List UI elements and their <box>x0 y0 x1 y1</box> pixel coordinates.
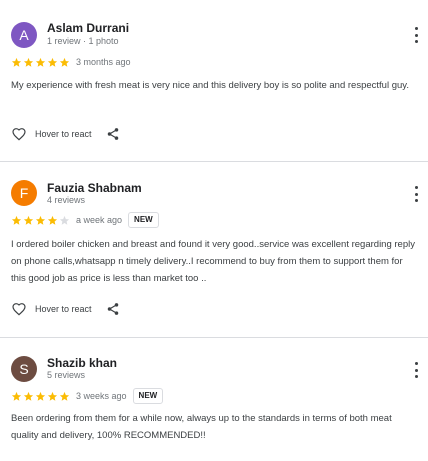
new-badge: NEW <box>128 212 159 228</box>
rating-row: a week ago NEW <box>11 212 159 228</box>
reviewer-meta[interactable]: 1 review · 1 photo <box>47 36 119 46</box>
review-actions: Hover to react <box>11 126 120 142</box>
star-rating <box>11 57 70 68</box>
star-icon <box>59 57 70 67</box>
reviewer-name[interactable]: Fauzia Shabnam <box>47 181 142 195</box>
star-icon <box>35 391 46 401</box>
heart-outline-icon <box>12 303 26 316</box>
reviewer-meta[interactable]: 5 reviews <box>47 370 85 380</box>
review-text: Been ordering from them for a while now,… <box>11 413 392 441</box>
react-label: Hover to react <box>35 129 92 139</box>
review-text: My experience with fresh meat is very ni… <box>11 80 409 91</box>
reviewer-meta[interactable]: 4 reviews <box>47 195 85 205</box>
review-date: 3 weeks ago <box>76 391 127 401</box>
star-rating <box>11 391 70 402</box>
review-card: A Aslam Durrani 1 review · 1 photo 3 mon… <box>0 0 428 160</box>
avatar-letter: F <box>19 185 29 201</box>
share-icon[interactable] <box>106 127 120 141</box>
reviewer-name[interactable]: Shazib khan <box>47 356 117 370</box>
review-date: a week ago <box>76 215 123 225</box>
star-icon <box>23 57 34 67</box>
avatar[interactable]: F <box>11 180 37 206</box>
avatar[interactable]: A <box>11 22 37 48</box>
review-actions: Hover to react <box>11 301 120 317</box>
reviewer-name[interactable]: Aslam Durrani <box>47 21 129 35</box>
react-button[interactable]: Hover to react <box>11 126 92 142</box>
rating-row: 3 months ago <box>11 55 131 69</box>
more-vert-icon[interactable] <box>410 362 422 378</box>
star-icon <box>59 391 70 401</box>
more-vert-icon[interactable] <box>410 27 422 43</box>
star-icon <box>23 215 34 225</box>
react-button[interactable]: Hover to react <box>11 301 92 317</box>
heart-outline-icon <box>12 128 26 141</box>
avatar[interactable]: S <box>11 356 37 382</box>
avatar-letter: S <box>19 361 29 377</box>
star-icon <box>35 215 46 225</box>
new-badge: NEW <box>132 388 164 404</box>
star-icon <box>23 391 34 401</box>
star-icon <box>47 57 58 67</box>
more-vert-icon[interactable] <box>410 186 422 202</box>
star-rating <box>11 215 70 226</box>
review-date: 3 months ago <box>76 57 131 67</box>
review-card: F Fauzia Shabnam 4 reviews a week ago NE… <box>0 162 428 337</box>
react-label: Hover to react <box>35 304 92 314</box>
review-card: S Shazib khan 5 reviews 3 weeks ago NEW … <box>0 338 428 461</box>
avatar-letter: A <box>19 27 29 43</box>
star-icon <box>11 57 22 67</box>
star-icon <box>11 391 22 401</box>
star-icon <box>47 391 58 401</box>
rating-row: 3 weeks ago NEW <box>11 388 164 404</box>
share-icon[interactable] <box>106 302 120 316</box>
star-icon <box>11 215 22 225</box>
star-icon <box>47 215 58 225</box>
review-text: I ordered boiler chicken and breast and … <box>11 239 415 284</box>
star-empty-icon <box>59 215 70 225</box>
star-icon <box>35 57 46 67</box>
